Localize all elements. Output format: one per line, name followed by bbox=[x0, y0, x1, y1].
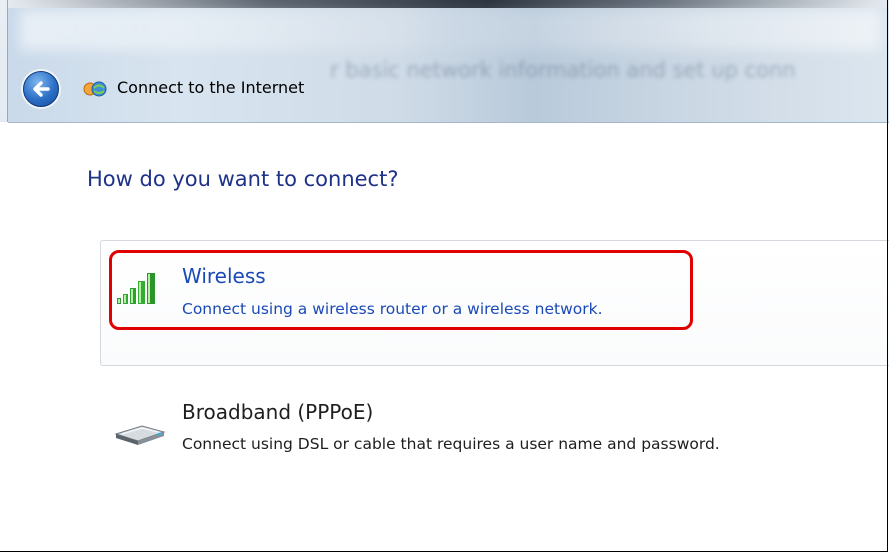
back-arrow-icon bbox=[33, 81, 50, 97]
page-heading: How do you want to connect? bbox=[87, 167, 399, 191]
glass-reflection bbox=[20, 10, 880, 50]
window-title: Connect to the Internet bbox=[117, 78, 305, 97]
background-window-text: r basic network information and set up c… bbox=[330, 58, 796, 82]
broadband-option-description[interactable]: Connect using DSL or cable that requires… bbox=[182, 435, 720, 453]
network-globe-icon bbox=[83, 81, 107, 97]
connect-to-internet-window: r basic network information and set up c… bbox=[0, 0, 889, 554]
broadband-modem-icon bbox=[114, 425, 166, 445]
title-bar-top-edge bbox=[0, 0, 889, 8]
broadband-option-title[interactable]: Broadband (PPPoE) bbox=[182, 400, 373, 424]
back-button[interactable] bbox=[23, 71, 59, 107]
window-left-edge bbox=[0, 0, 8, 122]
title-bar: r basic network information and set up c… bbox=[0, 0, 889, 122]
highlight-annotation bbox=[109, 250, 693, 330]
